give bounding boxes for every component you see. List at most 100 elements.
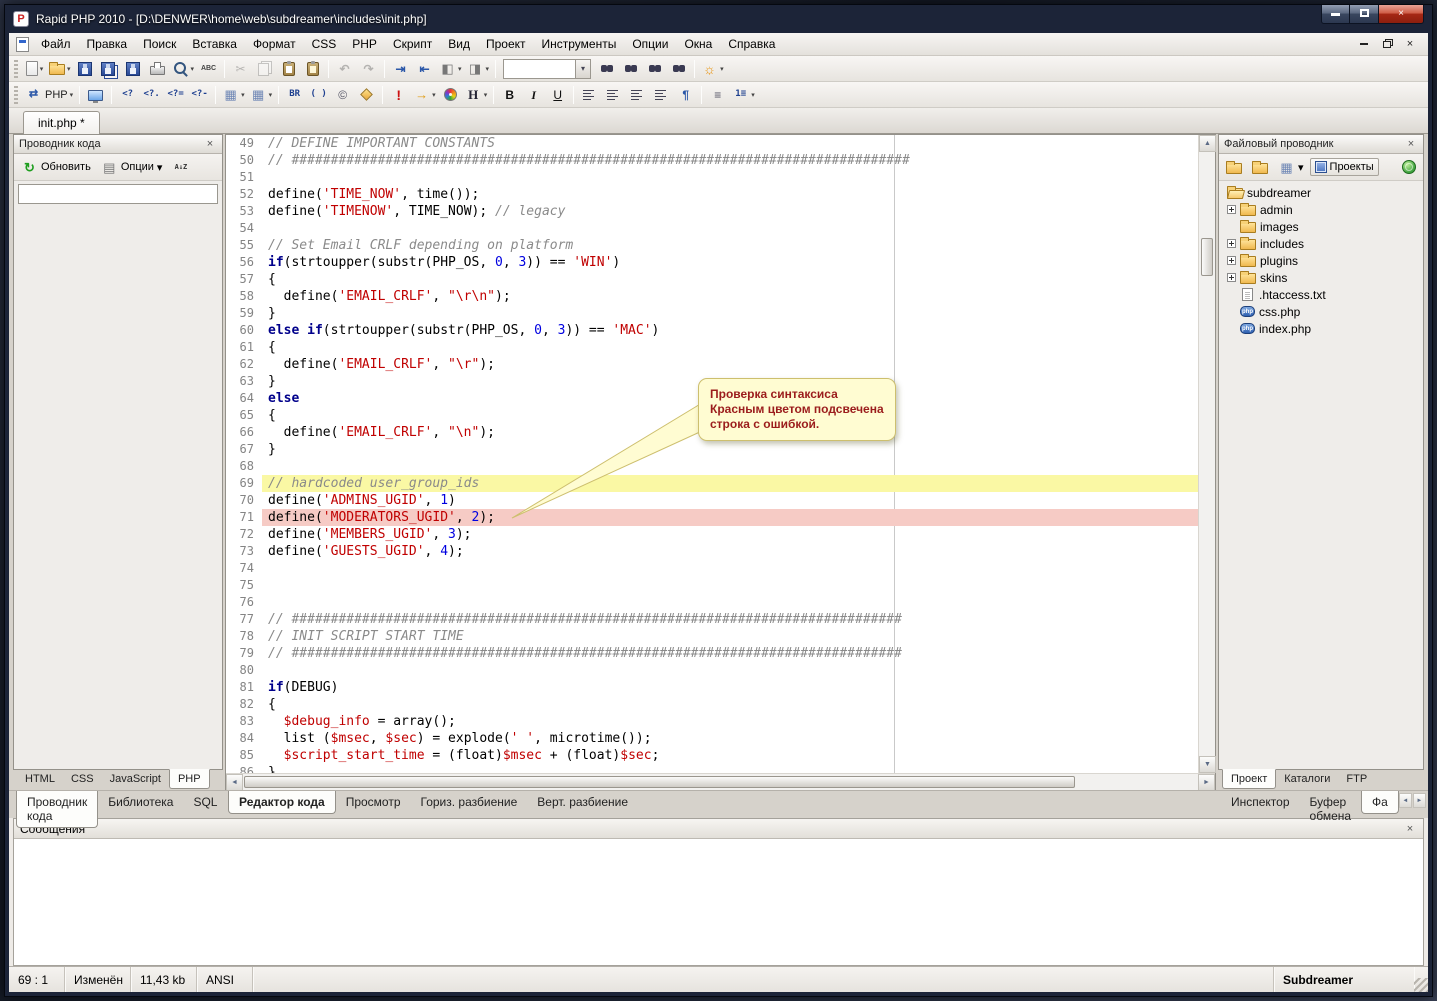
- tree-item-plugins[interactable]: plugins: [1221, 252, 1421, 269]
- tab-project[interactable]: Проект: [1222, 769, 1276, 789]
- mdi-restore-button[interactable]: [1377, 36, 1397, 53]
- code-line[interactable]: 56if(strtoupper(substr(PHP_OS, 0, 3)) ==…: [226, 254, 1198, 271]
- document-tab-init-php[interactable]: init.php *: [23, 111, 100, 134]
- align-center-button[interactable]: [602, 84, 625, 106]
- find-button[interactable]: ▾: [170, 58, 197, 80]
- tab-php[interactable]: PHP: [169, 769, 210, 789]
- code-line[interactable]: 51: [226, 169, 1198, 186]
- special-char-button[interactable]: [355, 84, 378, 106]
- toolbar-grip[interactable]: [14, 60, 18, 78]
- highlight-button[interactable]: ☼▾: [699, 58, 726, 80]
- bullet-list-button[interactable]: ≡: [706, 84, 729, 106]
- save-as-button[interactable]: [122, 58, 145, 80]
- php-comment-button[interactable]: <?-: [188, 84, 211, 106]
- close-icon[interactable]: ×: [1403, 823, 1417, 835]
- tab-ftp[interactable]: FTP: [1338, 770, 1375, 788]
- numbered-list-button[interactable]: 1≡▾: [730, 84, 757, 106]
- menu-format[interactable]: Формат: [245, 34, 304, 55]
- tab-file-explorer[interactable]: Фа: [1361, 790, 1399, 814]
- chevron-down-icon[interactable]: ▾: [575, 60, 590, 78]
- code-line[interactable]: 84 list ($msec, $sec) = explode(' ', mic…: [226, 730, 1198, 747]
- code-line[interactable]: 73define('GUESTS_UGID', 4);: [226, 543, 1198, 560]
- quick-search-combo[interactable]: ▾: [503, 59, 591, 79]
- tab-html[interactable]: HTML: [17, 770, 63, 788]
- menu-script[interactable]: Скрипт: [385, 34, 440, 55]
- tab-sql[interactable]: SQL: [183, 791, 227, 813]
- scroll-up-icon[interactable]: ▲: [1199, 135, 1216, 152]
- code-line[interactable]: 74: [226, 560, 1198, 577]
- table-wizard-button[interactable]: ▦▾: [248, 84, 275, 106]
- scroll-down-icon[interactable]: ▼: [1199, 756, 1216, 773]
- code-line[interactable]: 69// hardcoded user_group_ids: [226, 475, 1198, 492]
- code-line[interactable]: 57{: [226, 271, 1198, 288]
- close-icon[interactable]: ×: [203, 138, 217, 150]
- vertical-scroll-track[interactable]: [1199, 152, 1215, 756]
- expand-icon[interactable]: [1227, 256, 1236, 265]
- menu-file[interactable]: Файл: [33, 34, 79, 55]
- code-line[interactable]: 79// ###################################…: [226, 645, 1198, 662]
- italic-button[interactable]: I: [522, 84, 545, 106]
- code-line[interactable]: 55// Set Email CRLF depending on platfor…: [226, 237, 1198, 254]
- open-file-button[interactable]: ▾: [47, 58, 73, 80]
- spell-check-button[interactable]: ABC: [197, 58, 220, 80]
- browser-preview-button[interactable]: [84, 84, 107, 106]
- code-line[interactable]: 81if(DEBUG): [226, 679, 1198, 696]
- expand-icon[interactable]: [1227, 239, 1236, 248]
- underline-button[interactable]: U: [546, 84, 569, 106]
- view-layout-button[interactable]: ◨▾: [465, 58, 492, 80]
- align-right-button[interactable]: [626, 84, 649, 106]
- tab-directories[interactable]: Каталоги: [1276, 770, 1338, 788]
- code-line[interactable]: 77// ###################################…: [226, 611, 1198, 628]
- php-tag-short-button[interactable]: <?.: [140, 84, 163, 106]
- code-explorer-filter[interactable]: [18, 184, 218, 204]
- outdent-button[interactable]: ⇤: [413, 58, 436, 80]
- code-line[interactable]: 49// DEFINE IMPORTANT CONSTANTS: [226, 135, 1198, 152]
- save-button[interactable]: [74, 58, 97, 80]
- web-root-button[interactable]: [1398, 158, 1420, 176]
- paste-text-button[interactable]: [301, 58, 324, 80]
- code-line[interactable]: 85 $script_start_time = (float)$msec + (…: [226, 747, 1198, 764]
- horizontal-scroll-thumb[interactable]: [244, 776, 1075, 788]
- new-folder-button[interactable]: [1222, 159, 1246, 176]
- tree-item-htaccess[interactable]: .htaccess.txt: [1221, 286, 1421, 303]
- code-area[interactable]: Проверка синтаксиса Красным цветом подсв…: [226, 135, 1198, 773]
- code-line[interactable]: 54: [226, 220, 1198, 237]
- menu-options[interactable]: Опции: [624, 34, 676, 55]
- code-line[interactable]: 59}: [226, 305, 1198, 322]
- projects-button[interactable]: Проекты: [1310, 158, 1379, 176]
- tab-vertical-split[interactable]: Верт. разбиение: [527, 791, 638, 813]
- color-picker-button[interactable]: [439, 84, 462, 106]
- tree-item-index-php[interactable]: phpindex.php: [1221, 320, 1421, 337]
- php-tools-menu[interactable]: ⇄PHP▾: [23, 84, 75, 106]
- menu-css[interactable]: CSS: [304, 34, 345, 55]
- tab-clipboard[interactable]: Буфер обмена: [1300, 791, 1362, 827]
- goto-button[interactable]: →▾: [411, 84, 438, 106]
- php-tag-echo-button[interactable]: <?=: [164, 84, 187, 106]
- menu-project[interactable]: Проект: [478, 34, 534, 55]
- php-tag-button[interactable]: <?: [116, 84, 139, 106]
- scroll-left-icon[interactable]: ◄: [226, 774, 243, 791]
- heading-button[interactable]: H▾: [463, 84, 490, 106]
- minimize-button[interactable]: [1321, 5, 1350, 24]
- print-button[interactable]: [146, 58, 169, 80]
- nbsp-button[interactable]: ( ): [307, 84, 330, 106]
- resize-grip[interactable]: [1414, 978, 1428, 992]
- find-in-files-button[interactable]: [643, 58, 666, 80]
- tab-code-explorer[interactable]: Проводник кода: [16, 790, 98, 828]
- expand-icon[interactable]: [1227, 273, 1236, 282]
- tab-code-editor[interactable]: Редактор кода: [228, 790, 336, 814]
- copyright-button[interactable]: ©: [331, 84, 354, 106]
- tree-item-css-php[interactable]: phpcss.php: [1221, 303, 1421, 320]
- syntax-check-button[interactable]: !: [387, 84, 410, 106]
- code-line[interactable]: 71define('MODERATORS_UGID', 2);: [226, 509, 1198, 526]
- options-button[interactable]: ▤ Опции ▾: [97, 157, 167, 177]
- new-document-button[interactable]: ▾: [23, 58, 46, 80]
- code-line[interactable]: 72define('MEMBERS_UGID', 3);: [226, 526, 1198, 543]
- insert-table-button[interactable]: ▦▾: [220, 84, 247, 106]
- menu-php[interactable]: PHP: [344, 34, 385, 55]
- tree-item-skins[interactable]: skins: [1221, 269, 1421, 286]
- mdi-close-button[interactable]: ×: [1400, 36, 1420, 53]
- code-line[interactable]: 78// INIT SCRIPT START TIME: [226, 628, 1198, 645]
- code-line[interactable]: 62 define('EMAIL_CRLF', "\r");: [226, 356, 1198, 373]
- tree-item-admin[interactable]: admin: [1221, 201, 1421, 218]
